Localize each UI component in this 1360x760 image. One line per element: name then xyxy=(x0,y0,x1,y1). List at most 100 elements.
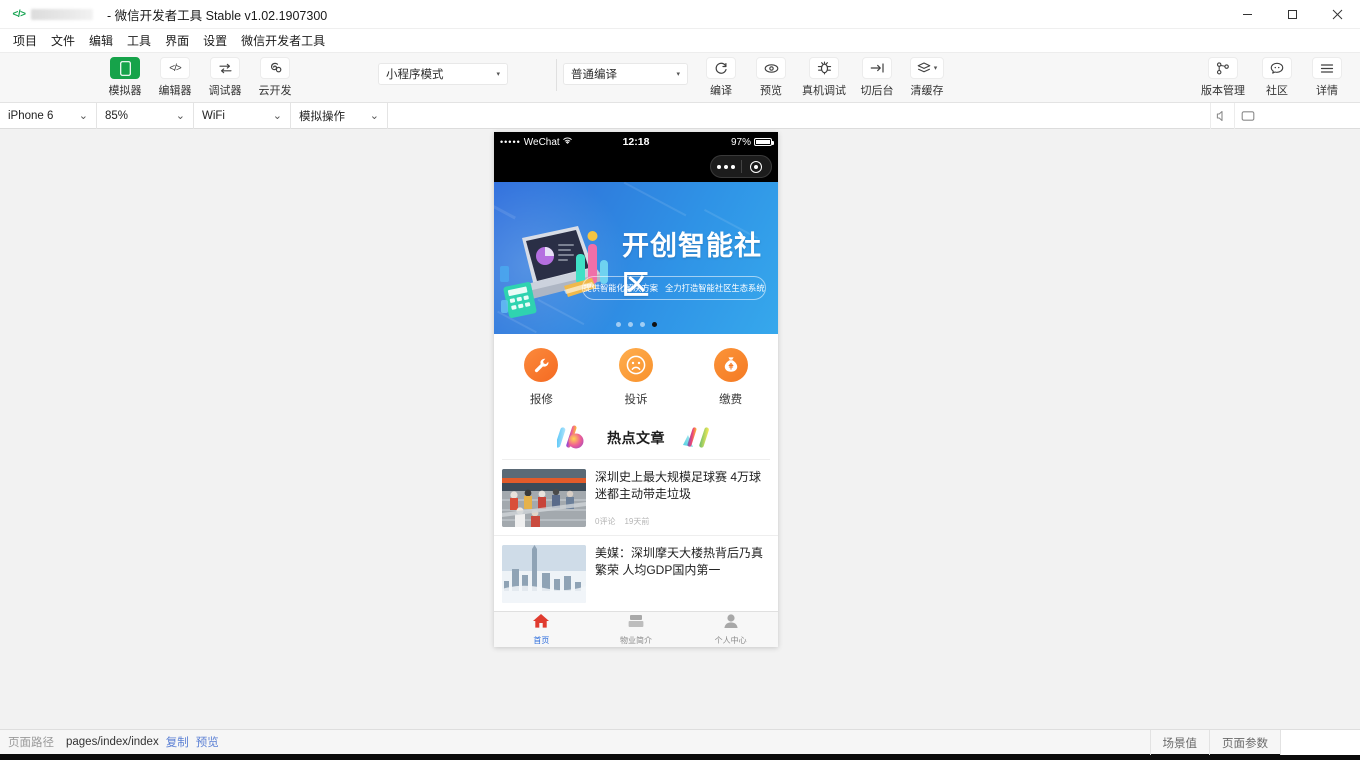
menu-item-edit[interactable]: 编辑 xyxy=(82,30,120,51)
list-item[interactable]: 深圳史上最大规模足球赛 4万球迷都主动带走垃圾 0评论 19天前 xyxy=(494,460,778,536)
mute-icon[interactable] xyxy=(1210,103,1234,129)
debug-icon xyxy=(210,57,240,79)
banner-subtitle: 提供智能化解决方案 全力打造智能社区生态系统 xyxy=(582,276,766,300)
menu-item-project[interactable]: 项目 xyxy=(6,30,44,51)
toolbar-community-label: 社区 xyxy=(1266,85,1288,97)
carrier-label: WeChat xyxy=(523,136,560,148)
quick-action-repair[interactable]: 报修 xyxy=(494,348,589,407)
target-icon[interactable] xyxy=(742,160,772,173)
gradient-deco-icon xyxy=(681,425,715,451)
window-title: - 微信开发者工具 Stable v1.02.1907300 xyxy=(107,8,328,23)
quick-action-complaint[interactable]: 投诉 xyxy=(589,348,684,407)
toolbar-editor-button[interactable]: </> 编辑器 xyxy=(150,57,200,98)
menu-item-file[interactable]: 文件 xyxy=(44,30,82,51)
toolbar-right-group: 版本管理 社区 详情 xyxy=(1194,57,1352,98)
minimize-button[interactable] xyxy=(1225,0,1270,29)
cloud-icon xyxy=(260,57,290,79)
tab-property[interactable]: 物业简介 xyxy=(589,612,684,647)
gradient-deco-icon xyxy=(555,425,591,451)
signal-dots-icon: ••••• xyxy=(500,137,521,147)
list-item[interactable]: 美媒：深圳摩天大楼热背后乃真繁荣 人均GDP国内第一 xyxy=(494,536,778,612)
menu-item-interface[interactable]: 界面 xyxy=(158,30,196,51)
tab-profile[interactable]: 个人中心 xyxy=(683,612,778,647)
toolbar-cloud-button[interactable]: 云开发 xyxy=(250,57,300,98)
more-icon[interactable] xyxy=(711,164,741,169)
quick-action-payment-label: 缴费 xyxy=(719,394,743,406)
bottom-status-bar: 页面路径 pages/index/index 复制 预览 场景值 页面参数 xyxy=(0,729,1360,755)
money-bag-icon xyxy=(713,348,748,382)
maximize-button[interactable] xyxy=(1270,0,1315,29)
network-select[interactable]: WiFi ⌄ xyxy=(194,102,291,129)
battery-icon xyxy=(754,138,775,146)
wifi-icon xyxy=(562,137,572,148)
simulate-action-select[interactable]: 模拟操作 ⌄ xyxy=(291,102,388,129)
network-select-value: WiFi xyxy=(202,109,225,122)
toolbar-details-button[interactable]: 详情 xyxy=(1302,57,1352,98)
banner-dot-1[interactable] xyxy=(615,322,621,327)
hot-articles-title: 热点文章 xyxy=(607,430,665,446)
close-button[interactable] xyxy=(1315,0,1360,29)
page-params-button[interactable]: 页面参数 xyxy=(1209,730,1280,755)
copy-path-link[interactable]: 复制 xyxy=(166,734,189,750)
tab-home[interactable]: 首页 xyxy=(494,612,589,647)
toolbar-background-button[interactable]: 切后台 xyxy=(852,57,902,98)
chevron-down-icon: ▾ xyxy=(496,71,500,78)
quick-actions: 报修 投诉 缴费 xyxy=(494,334,778,417)
mode-select-value: 小程序模式 xyxy=(386,69,444,81)
wrench-icon xyxy=(524,348,559,382)
zoom-select[interactable]: 85% ⌄ xyxy=(97,102,194,129)
toolbar-realdevice-button[interactable]: 真机调试 xyxy=(796,57,852,98)
toolbar-clearcache-button[interactable]: ▾ 清缓存 xyxy=(902,57,952,98)
toolbar-details-label: 详情 xyxy=(1316,85,1338,97)
mode-select[interactable]: 小程序模式 ▾ xyxy=(378,63,508,85)
toolbar-left-group: 模拟器 </> 编辑器 调试器 云开发 xyxy=(100,57,300,98)
banner-dot-2[interactable] xyxy=(627,322,633,327)
banner-pagination[interactable] xyxy=(494,322,778,327)
bug-icon xyxy=(809,57,839,79)
banner-dot-3[interactable] xyxy=(639,322,645,327)
quick-action-payment[interactable]: 缴费 xyxy=(683,348,778,407)
phone-navbar xyxy=(494,152,778,182)
toolbar-preview-label: 预览 xyxy=(760,85,782,97)
simulate-action-value: 模拟操作 xyxy=(299,110,345,123)
toolbar-simulator-button[interactable]: 模拟器 xyxy=(100,57,150,98)
chevron-down-icon: ⌄ xyxy=(272,110,282,122)
scene-value-button[interactable]: 场景值 xyxy=(1149,730,1210,755)
status-left: ••••• WeChat xyxy=(500,137,623,148)
device-select[interactable]: iPhone 6 ⌄ xyxy=(0,102,97,129)
title-bar: </> - 微信开发者工具 Stable v1.02.1907300 xyxy=(0,0,1360,29)
toolbar-community-button[interactable]: 社区 xyxy=(1252,57,1302,98)
status-bar-right: 场景值 页面参数 xyxy=(1149,730,1360,755)
tab-home-label: 首页 xyxy=(533,636,550,645)
chevron-down-icon: ▾ xyxy=(933,65,938,72)
quick-action-repair-label: 报修 xyxy=(529,394,553,406)
menu-item-tools[interactable]: 工具 xyxy=(120,30,158,51)
menu-item-settings[interactable]: 设置 xyxy=(196,30,234,51)
wechat-capsule xyxy=(710,155,772,178)
article-body: 美媒：深圳摩天大楼热背后乃真繁荣 人均GDP国内第一 xyxy=(595,545,770,603)
hero-banner[interactable]: 开创智能社区 提供智能化解决方案 全力打造智能社区生态系统 xyxy=(494,182,778,334)
toolbar-preview-button[interactable]: 预览 xyxy=(746,57,796,98)
article-thumbnail xyxy=(502,545,586,603)
toolbar-debugger-button[interactable]: 调试器 xyxy=(200,57,250,98)
tab-profile-label: 个人中心 xyxy=(714,636,747,645)
toolbar-divider xyxy=(556,59,557,91)
background-icon xyxy=(862,57,892,79)
menu-item-devtools[interactable]: 微信开发者工具 xyxy=(234,30,332,51)
toolbar-version-button[interactable]: 版本管理 xyxy=(1194,57,1252,98)
article-time: 19天前 xyxy=(624,517,650,526)
eye-icon xyxy=(756,57,786,79)
preview-path-link[interactable]: 预览 xyxy=(196,734,219,750)
banner-subtitle-right: 全力打造智能社区生态系统 xyxy=(665,283,765,293)
layers-icon: ▾ xyxy=(910,57,944,79)
branch-icon xyxy=(1208,57,1238,79)
phone-icon xyxy=(110,57,140,79)
screen-icon[interactable] xyxy=(1234,103,1260,129)
banner-dot-4[interactable] xyxy=(651,322,657,327)
toolbar-compile-button[interactable]: 编译 xyxy=(696,57,746,98)
toolbar-background-label: 切后台 xyxy=(860,85,894,97)
page-path-label: 页面路径 xyxy=(8,737,54,749)
status-bar-spacer xyxy=(1280,730,1360,755)
battery-percent: 97% xyxy=(731,136,752,148)
compile-mode-select[interactable]: 普通编译 ▾ xyxy=(563,63,688,85)
